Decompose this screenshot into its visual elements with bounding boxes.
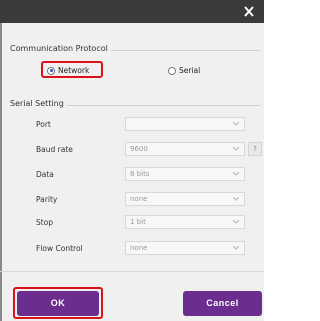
stop-select[interactable]: 1 bit [125,215,245,229]
protocol-group-title: Communication Protocol [10,44,111,53]
stop-value: 1 bit [130,218,146,226]
flow-control-select[interactable]: none [125,241,245,255]
stop-label: Stop [36,218,54,227]
radio-serial[interactable]: Serial [168,66,200,75]
parity-label: Parity [36,195,58,204]
radio-serial-indicator [168,66,176,75]
close-icon [244,6,254,17]
radio-serial-label: Serial [179,66,201,75]
parity-value: none [130,195,148,203]
serial-group-title: Serial Setting [10,99,67,108]
chevron-down-icon [233,220,239,224]
chevron-down-icon [233,197,239,201]
title-bar [0,0,264,23]
data-select[interactable]: 8 bits [125,167,245,181]
chevron-down-icon [233,246,239,250]
parity-select[interactable]: none [125,192,245,206]
chevron-down-icon [233,147,239,151]
ok-highlight [13,287,103,319]
close-button[interactable] [240,3,258,20]
flow-control-label: Flow Control [36,244,83,253]
flow-control-value: none [130,244,148,252]
cancel-button[interactable]: Cancel [183,291,262,316]
network-highlight [41,61,103,78]
footer-divider [0,271,264,272]
chevron-down-icon [233,172,239,176]
chevron-down-icon [233,122,239,126]
data-value: 8 bits [130,170,150,178]
port-label: Port [36,120,51,129]
baud-rate-label: Baud rate [36,145,73,154]
data-label: Data [36,170,54,179]
port-select[interactable] [125,117,245,131]
baud-rate-value: 9600 [130,145,148,153]
baud-rate-help-button[interactable]: ? [248,142,262,156]
baud-rate-select[interactable]: 9600 [125,142,245,156]
